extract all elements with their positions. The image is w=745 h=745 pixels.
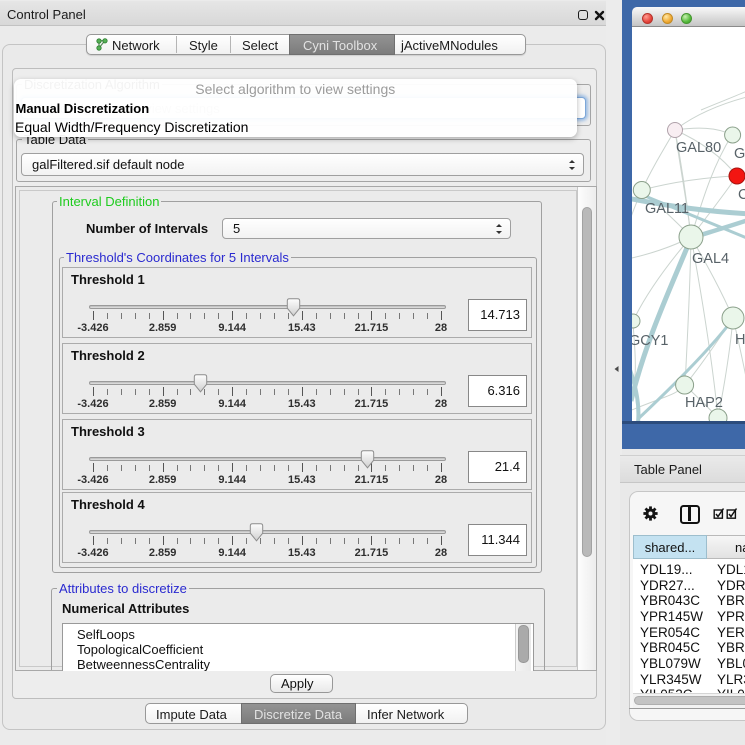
- svg-text:H: H: [735, 332, 745, 348]
- svg-text:GAL80: GAL80: [676, 140, 721, 156]
- svg-text:G.: G.: [734, 146, 745, 162]
- svg-text:GAL11: GAL11: [645, 201, 689, 217]
- svg-text:HAP2: HAP2: [685, 395, 723, 411]
- svg-text:GCY1: GCY1: [632, 333, 669, 349]
- svg-text:C: C: [738, 187, 745, 203]
- svg-text:GAL4: GAL4: [692, 251, 729, 267]
